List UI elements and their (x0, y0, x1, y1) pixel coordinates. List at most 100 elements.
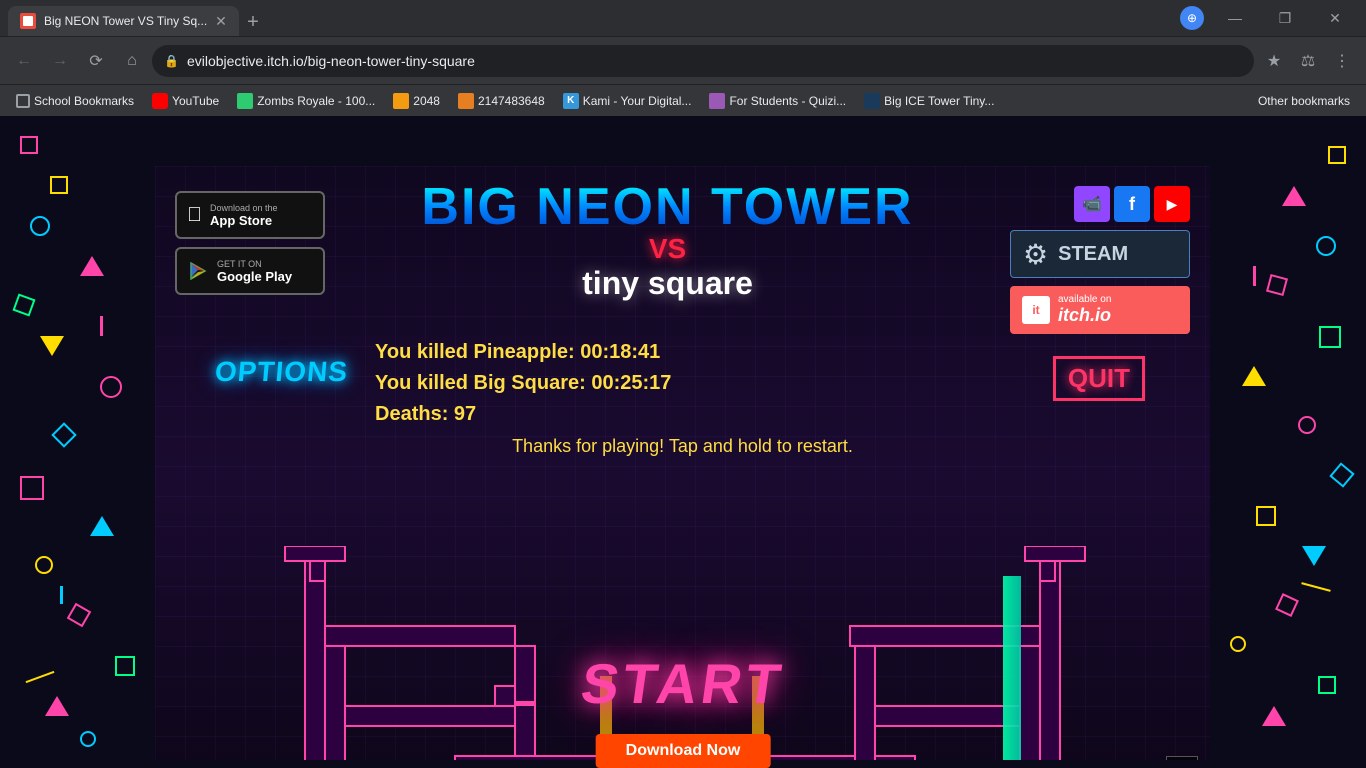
num-favicon (458, 93, 474, 109)
steam-button[interactable]: ⚙ STEAM (1010, 230, 1190, 278)
bookmark-zombs[interactable]: Zombs Royale - 100... (229, 89, 383, 113)
bookmark-quiz-label: For Students - Quizi... (729, 94, 846, 108)
quit-button[interactable]: QUIT (1053, 356, 1145, 401)
back-button[interactable]: ← (8, 45, 40, 77)
bookmark-other[interactable]: Other bookmarks (1250, 89, 1358, 113)
deco-shape (1282, 186, 1306, 206)
deco-shape (40, 336, 64, 356)
bookmark-2048[interactable]: 2048 (385, 89, 448, 113)
start-button[interactable]: START (577, 651, 789, 716)
stat-line-3: Deaths: 97 (375, 403, 990, 426)
nav-actions: ★ ⚖ ⋮ (1258, 45, 1358, 77)
game-title-part2: tiny square (582, 265, 753, 302)
appstore-button[interactable]:  Download on the App Store (175, 191, 325, 239)
deco-shape (1253, 266, 1256, 286)
itchio-icon: it (1022, 296, 1050, 324)
googleplay-text: GET IT ON Google Play (217, 259, 292, 284)
options-button[interactable]: OPTIONS (214, 356, 350, 388)
youtube-button[interactable]: ▶ (1154, 186, 1190, 222)
facebook-button[interactable]: f (1114, 186, 1150, 222)
deco-shape (1318, 676, 1336, 694)
title-bar: Big NEON Tower VS Tiny Sq... ✕ + ⊕ — ❐ ✕ (0, 0, 1366, 36)
deco-shape (35, 556, 53, 574)
extensions-button[interactable]: ⚖ (1292, 45, 1324, 77)
bookmark-youtube[interactable]: YouTube (144, 89, 227, 113)
bookmark-youtube-label: YouTube (172, 94, 219, 108)
url-text: evilobjective.itch.io/big-neon-tower-tin… (187, 53, 1242, 69)
bookmark-num[interactable]: 2147483648 (450, 89, 553, 113)
profile-button[interactable]: ⊕ (1180, 6, 1204, 30)
apple-icon:  (187, 204, 202, 227)
deco-shape (100, 376, 122, 398)
menu-button[interactable]: ⋮ (1326, 45, 1358, 77)
twitch-button[interactable]: 📹 (1074, 186, 1110, 222)
bookmarks-bar: School Bookmarks YouTube Zombs Royale - … (0, 84, 1366, 116)
ice-favicon (864, 93, 880, 109)
reload-button[interactable]: ⟳ (80, 45, 112, 77)
deco-shape (1328, 146, 1346, 164)
deco-shape (30, 216, 50, 236)
deco-shape (51, 422, 76, 447)
bookmark-zombs-label: Zombs Royale - 100... (257, 94, 375, 108)
deco-shape (67, 603, 92, 628)
new-tab-button[interactable]: + (239, 8, 267, 36)
home-button[interactable]: ⌂ (116, 45, 148, 77)
deco-shape (12, 293, 35, 316)
steam-icon: ⚙ (1023, 238, 1048, 271)
close-window-button[interactable]: ✕ (1312, 0, 1358, 36)
download-bar: Download Now (0, 760, 1366, 768)
navigation-bar: ← → ⟳ ⌂ 🔒 evilobjective.itch.io/big-neon… (0, 36, 1366, 84)
deco-shape (80, 256, 104, 276)
bookmark-other-label: Other bookmarks (1258, 94, 1350, 108)
window-controls: — ❐ ✕ (1212, 0, 1358, 36)
deco-shape (50, 176, 68, 194)
active-tab[interactable]: Big NEON Tower VS Tiny Sq... ✕ (8, 6, 239, 36)
address-bar[interactable]: 🔒 evilobjective.itch.io/big-neon-tower-t… (152, 45, 1254, 77)
googleplay-button[interactable]: GET IT ON Google Play (175, 247, 325, 295)
quiz-favicon (709, 93, 725, 109)
bookmark-ice-label: Big ICE Tower Tiny... (884, 94, 994, 108)
deco-shape (26, 671, 55, 683)
deco-shape (80, 731, 96, 747)
itchio-avail: available on (1058, 294, 1111, 305)
deco-shape (115, 656, 135, 676)
school-favicon (16, 94, 30, 108)
browser-chrome: Big NEON Tower VS Tiny Sq... ✕ + ⊕ — ❐ ✕… (0, 0, 1366, 116)
game-title-part1: BIG NEON TOWER (421, 181, 913, 233)
deco-shape (1301, 582, 1330, 592)
deco-shape (20, 476, 44, 500)
googleplay-sub: GET IT ON (217, 259, 292, 269)
tab-title: Big NEON Tower VS Tiny Sq... (44, 14, 207, 28)
game-vs-text: VS (649, 233, 686, 265)
deco-shape (90, 516, 114, 536)
bookmark-num-label: 2147483648 (478, 94, 545, 108)
stat-line-1: You killed Pineapple: 00:18:41 (375, 341, 990, 364)
zombs-favicon (237, 93, 253, 109)
bookmark-2048-label: 2048 (413, 94, 440, 108)
deco-shape (1262, 706, 1286, 726)
itchio-name: itch.io (1058, 305, 1111, 326)
deco-shape (1242, 366, 1266, 386)
bookmark-quiz[interactable]: For Students - Quizi... (701, 89, 854, 113)
bookmark-school-label: School Bookmarks (34, 94, 134, 108)
youtube-favicon (152, 93, 168, 109)
bookmark-kami[interactable]: K Kami - Your Digital... (555, 89, 700, 113)
twitch-icon: 📹 (1082, 194, 1102, 214)
bookmark-school[interactable]: School Bookmarks (8, 89, 142, 113)
deco-shape (20, 136, 38, 154)
stat-line-2: You killed Big Square: 00:25:17 (375, 372, 990, 395)
game-viewport:  Download on the App Store (155, 166, 1210, 768)
maximize-button[interactable]: ❐ (1262, 0, 1308, 36)
googleplay-name: Google Play (217, 269, 292, 284)
store-buttons-left:  Download on the App Store (175, 191, 325, 295)
bookmark-star-button[interactable]: ★ (1258, 45, 1290, 77)
tab-close-button[interactable]: ✕ (215, 13, 227, 30)
download-button[interactable]: Download Now (596, 734, 771, 768)
bookmark-ice[interactable]: Big ICE Tower Tiny... (856, 89, 1002, 113)
minimize-button[interactable]: — (1212, 0, 1258, 36)
forward-button[interactable]: → (44, 45, 76, 77)
thanks-text: Thanks for playing! Tap and hold to rest… (375, 434, 990, 459)
deco-shape (1230, 636, 1246, 652)
deco-shape (100, 316, 103, 336)
page-content:  Download on the App Store (0, 116, 1366, 768)
